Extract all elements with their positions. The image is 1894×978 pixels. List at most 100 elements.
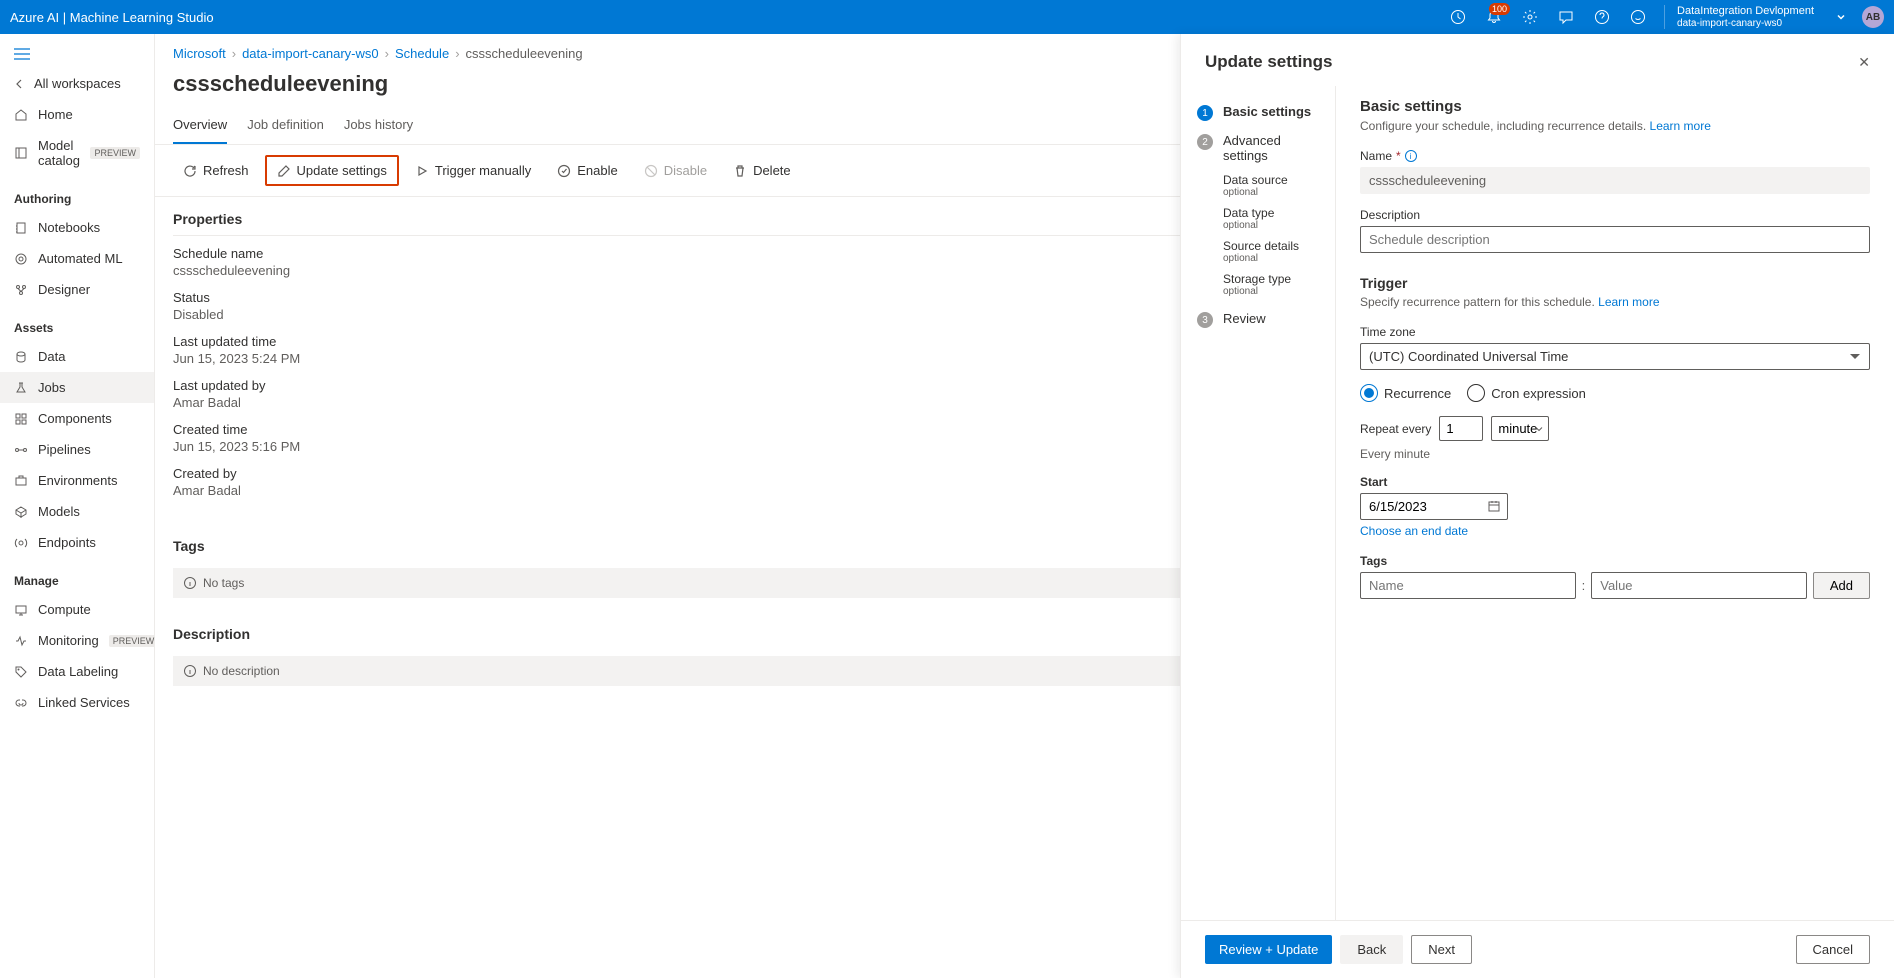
cancel-button[interactable]: Cancel bbox=[1796, 935, 1870, 964]
radio-label: Recurrence bbox=[1384, 386, 1451, 401]
wizard-nav: 1 Basic settings 2 Advanced settings Dat… bbox=[1181, 86, 1336, 920]
disable-button: Disable bbox=[634, 157, 717, 184]
back-all-workspaces[interactable]: All workspaces bbox=[0, 68, 154, 99]
notifications-icon[interactable]: 100 bbox=[1484, 7, 1504, 27]
wizard-step-basic[interactable]: 1 Basic settings bbox=[1181, 98, 1335, 127]
nav-pipelines[interactable]: Pipelines bbox=[0, 434, 154, 465]
nav-designer[interactable]: Designer bbox=[0, 274, 154, 305]
wizard-substep[interactable]: Storage typeoptional bbox=[1181, 268, 1335, 301]
button-label: Trigger manually bbox=[435, 163, 531, 178]
wizard-substep[interactable]: Source detailsoptional bbox=[1181, 235, 1335, 268]
jobs-icon bbox=[14, 381, 28, 395]
breadcrumb-item[interactable]: Microsoft bbox=[173, 46, 226, 61]
account-menu[interactable]: DataIntegration Devlopment data-import-c… bbox=[1664, 5, 1820, 28]
labeling-icon bbox=[14, 665, 28, 679]
nav-endpoints[interactable]: Endpoints bbox=[0, 527, 154, 558]
nav-models[interactable]: Models bbox=[0, 496, 154, 527]
hamburger-icon[interactable] bbox=[0, 40, 154, 68]
breadcrumb-current: cssscheduleevening bbox=[466, 46, 583, 61]
nav-linked-services[interactable]: Linked Services bbox=[0, 687, 154, 718]
nav-label: Notebooks bbox=[38, 220, 100, 235]
tag-value-input[interactable] bbox=[1591, 572, 1807, 599]
nav-monitoring[interactable]: MonitoringPREVIEW bbox=[0, 625, 154, 656]
timezone-select[interactable]: (UTC) Coordinated Universal Time bbox=[1360, 343, 1870, 370]
description-input[interactable] bbox=[1360, 226, 1870, 253]
breadcrumb-item[interactable]: data-import-canary-ws0 bbox=[242, 46, 379, 61]
learn-more-link[interactable]: Learn more bbox=[1650, 119, 1711, 133]
nav-label: Model catalog bbox=[38, 138, 80, 168]
wizard-substep[interactable]: Data typeoptional bbox=[1181, 202, 1335, 235]
trash-icon bbox=[733, 164, 747, 178]
close-icon[interactable]: ✕ bbox=[1858, 54, 1870, 71]
settings-icon[interactable] bbox=[1520, 7, 1540, 27]
add-tag-button[interactable]: Add bbox=[1813, 572, 1870, 599]
radio-label: Cron expression bbox=[1491, 386, 1586, 401]
step-number: 2 bbox=[1197, 134, 1213, 150]
avatar[interactable]: AB bbox=[1862, 6, 1884, 28]
choose-end-date-link[interactable]: Choose an end date bbox=[1360, 524, 1870, 538]
nav-components[interactable]: Components bbox=[0, 403, 154, 434]
play-icon bbox=[415, 164, 429, 178]
notebook-icon bbox=[14, 221, 28, 235]
review-update-button[interactable]: Review + Update bbox=[1205, 935, 1332, 964]
radio-indicator bbox=[1467, 384, 1485, 402]
chevron-down-icon[interactable] bbox=[1836, 12, 1846, 22]
substep-label: Data type bbox=[1223, 206, 1274, 220]
preview-badge: PREVIEW bbox=[90, 147, 140, 159]
info-icon[interactable]: i bbox=[1405, 150, 1417, 162]
trigger-button[interactable]: Trigger manually bbox=[405, 157, 541, 184]
wizard-step-review[interactable]: 3 Review bbox=[1181, 305, 1335, 334]
nav-notebooks[interactable]: Notebooks bbox=[0, 212, 154, 243]
no-tags-text: No tags bbox=[203, 576, 244, 590]
feedback-icon[interactable] bbox=[1556, 7, 1576, 27]
info-icon bbox=[183, 576, 197, 590]
radio-cron[interactable]: Cron expression bbox=[1467, 384, 1586, 402]
designer-icon bbox=[14, 283, 28, 297]
enable-button[interactable]: Enable bbox=[547, 157, 627, 184]
nav-jobs[interactable]: Jobs bbox=[0, 372, 154, 403]
left-nav: All workspaces Home Model catalog PREVIE… bbox=[0, 34, 155, 978]
update-settings-panel: Update settings ✕ 1 Basic settings 2 Adv… bbox=[1180, 34, 1894, 978]
help-icon[interactable] bbox=[1592, 7, 1612, 27]
nav-label: Data Labeling bbox=[38, 664, 118, 679]
next-button[interactable]: Next bbox=[1411, 935, 1472, 964]
nav-environments[interactable]: Environments bbox=[0, 465, 154, 496]
nav-data[interactable]: Data bbox=[0, 341, 154, 372]
optional-label: optional bbox=[1223, 220, 1319, 231]
nav-compute[interactable]: Compute bbox=[0, 594, 154, 625]
nav-model-catalog[interactable]: Model catalog PREVIEW bbox=[0, 130, 154, 176]
refresh-button[interactable]: Refresh bbox=[173, 157, 259, 184]
clock-icon[interactable] bbox=[1448, 7, 1468, 27]
radio-recurrence[interactable]: Recurrence bbox=[1360, 384, 1451, 402]
notification-badge: 100 bbox=[1489, 3, 1510, 15]
nav-home[interactable]: Home bbox=[0, 99, 154, 130]
catalog-icon bbox=[14, 146, 28, 160]
monitoring-icon bbox=[14, 634, 28, 648]
nav-data-labeling[interactable]: Data Labeling bbox=[0, 656, 154, 687]
learn-more-link[interactable]: Learn more bbox=[1598, 295, 1659, 309]
app-title: Azure AI | Machine Learning Studio bbox=[10, 10, 214, 25]
nav-label: Models bbox=[38, 504, 80, 519]
tab-jobs-history[interactable]: Jobs history bbox=[344, 107, 413, 144]
update-settings-button[interactable]: Update settings bbox=[265, 155, 399, 186]
delete-button[interactable]: Delete bbox=[723, 157, 801, 184]
nav-automated-ml[interactable]: Automated ML bbox=[0, 243, 154, 274]
tag-name-input[interactable] bbox=[1360, 572, 1576, 599]
tab-overview[interactable]: Overview bbox=[173, 107, 227, 144]
wizard-step-advanced[interactable]: 2 Advanced settings bbox=[1181, 127, 1335, 169]
back-button[interactable]: Back bbox=[1340, 935, 1403, 964]
repeat-value-input[interactable] bbox=[1439, 416, 1483, 441]
smile-icon[interactable] bbox=[1628, 7, 1648, 27]
nav-label: Jobs bbox=[38, 380, 65, 395]
nav-label: Pipelines bbox=[38, 442, 91, 457]
breadcrumb-item[interactable]: Schedule bbox=[395, 46, 449, 61]
required-marker: * bbox=[1396, 149, 1401, 163]
wizard-substep[interactable]: Data sourceoptional bbox=[1181, 169, 1335, 202]
home-icon bbox=[14, 108, 28, 122]
desc-text: Configure your schedule, including recur… bbox=[1360, 119, 1646, 133]
step-number: 1 bbox=[1197, 105, 1213, 121]
calendar-icon[interactable] bbox=[1486, 498, 1502, 514]
start-label: Start bbox=[1360, 475, 1870, 489]
nav-label: Monitoring bbox=[38, 633, 99, 648]
tab-job-definition[interactable]: Job definition bbox=[247, 107, 324, 144]
